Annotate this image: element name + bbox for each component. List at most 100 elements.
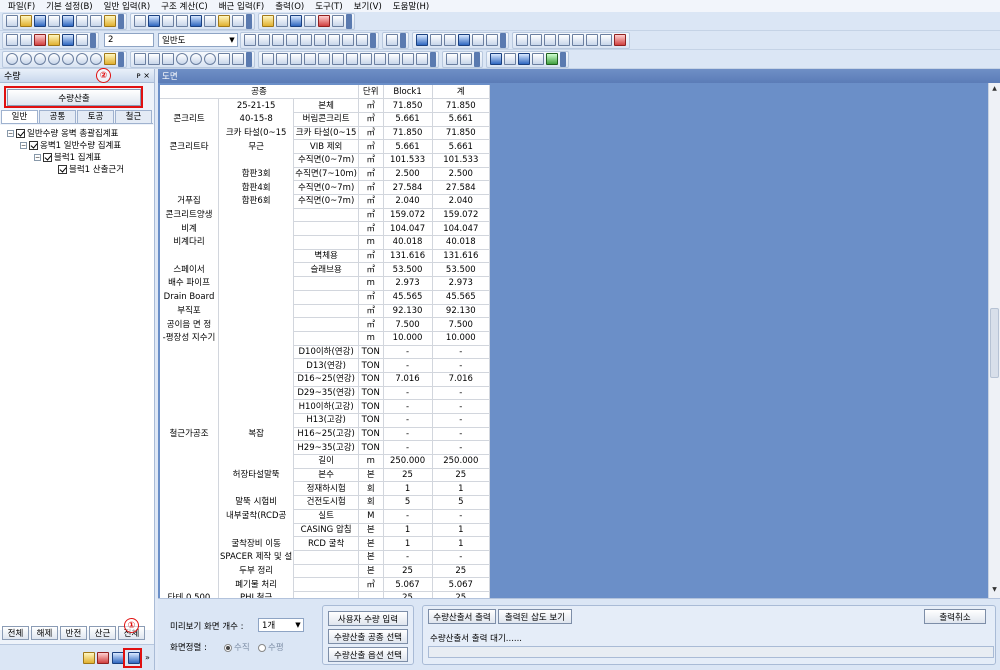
chart-icon[interactable] bbox=[318, 15, 330, 27]
menu-view[interactable]: 보기(V) bbox=[354, 0, 382, 12]
new-file-icon[interactable] bbox=[6, 15, 18, 27]
scroll-thumb[interactable] bbox=[990, 308, 999, 378]
tab-common[interactable]: 공통 bbox=[39, 110, 76, 123]
menu-basic-settings[interactable]: 기본 설정(B) bbox=[46, 0, 92, 12]
toolbar-grip-icon[interactable] bbox=[500, 32, 506, 48]
run-icon[interactable] bbox=[546, 53, 558, 65]
check-report-icon[interactable] bbox=[276, 15, 288, 27]
view-front-icon[interactable] bbox=[48, 34, 60, 46]
vertical-scrollbar[interactable]: ▲ ▼ bbox=[988, 83, 1000, 598]
list-icon[interactable] bbox=[504, 53, 516, 65]
align-icon[interactable] bbox=[430, 34, 442, 46]
next-page-icon[interactable] bbox=[342, 34, 354, 46]
rotate-icon[interactable] bbox=[218, 53, 230, 65]
toolbar-grip-icon[interactable] bbox=[246, 13, 252, 29]
collapse-icon[interactable]: − bbox=[20, 141, 27, 149]
zoom-prev-icon[interactable] bbox=[62, 53, 74, 65]
zoom-window-icon[interactable] bbox=[34, 53, 46, 65]
table-icon[interactable] bbox=[304, 15, 316, 27]
dim-a-icon[interactable] bbox=[516, 34, 528, 46]
load-icon[interactable] bbox=[218, 15, 230, 27]
monitor-icon[interactable] bbox=[518, 53, 530, 65]
grid-icon[interactable] bbox=[486, 34, 498, 46]
printer-icon[interactable] bbox=[20, 34, 32, 46]
zoom-out-icon[interactable] bbox=[20, 53, 32, 65]
dim-d-icon[interactable] bbox=[558, 34, 570, 46]
scroll-up-icon[interactable]: ▲ bbox=[990, 85, 999, 95]
book-icon[interactable] bbox=[532, 53, 544, 65]
zoom-fit-icon[interactable] bbox=[244, 34, 256, 46]
toolbar-grip-icon[interactable] bbox=[90, 32, 96, 48]
option-select-button[interactable]: 수량산출 옵션 선택 bbox=[328, 647, 408, 662]
export-icon[interactable] bbox=[290, 15, 302, 27]
zoom-extent-icon[interactable] bbox=[90, 53, 102, 65]
cut-icon[interactable] bbox=[48, 15, 60, 27]
view-inserted-drawings-button[interactable]: 출력된 삽도 보기 bbox=[498, 609, 572, 624]
block-icon[interactable] bbox=[190, 15, 202, 27]
checkbox-checked-icon[interactable] bbox=[58, 164, 67, 174]
polyline-icon[interactable] bbox=[148, 53, 160, 65]
zoom-all-icon[interactable] bbox=[48, 53, 60, 65]
snap-i-icon[interactable] bbox=[388, 53, 400, 65]
undo-icon[interactable] bbox=[446, 53, 458, 65]
preview-count-select[interactable]: 1개 ▼ bbox=[258, 618, 304, 632]
menu-tools[interactable]: 도구(T) bbox=[315, 0, 342, 12]
window-icon[interactable] bbox=[458, 34, 470, 46]
menu-general-input[interactable]: 일반 입력(R) bbox=[104, 0, 151, 12]
toolbar-grip-icon[interactable] bbox=[400, 32, 406, 48]
view-mode-select[interactable]: 일반도 ▼ bbox=[158, 33, 238, 47]
collapse-icon[interactable]: − bbox=[34, 153, 41, 161]
play-icon[interactable] bbox=[314, 34, 326, 46]
ellipse-icon[interactable] bbox=[204, 53, 216, 65]
scroll-down-icon[interactable]: ▼ bbox=[990, 586, 999, 596]
folder-icon[interactable] bbox=[83, 652, 95, 664]
open-folder-icon[interactable] bbox=[20, 15, 32, 27]
tab-earthwork[interactable]: 토공 bbox=[77, 110, 114, 123]
floor-input[interactable]: 2 bbox=[104, 33, 154, 47]
align-horizontal-radio[interactable]: 수평 bbox=[258, 641, 284, 653]
snap-f-icon[interactable] bbox=[346, 53, 358, 65]
redo-icon[interactable] bbox=[460, 53, 472, 65]
more-icon[interactable]: » bbox=[145, 653, 150, 662]
radio-selected-icon[interactable] bbox=[224, 643, 232, 652]
toolbar-grip-icon[interactable] bbox=[560, 51, 566, 67]
flag-icon[interactable] bbox=[614, 34, 626, 46]
menu-rebar-input[interactable]: 배근 입력(F) bbox=[219, 0, 265, 12]
snap-d-icon[interactable] bbox=[318, 53, 330, 65]
snap-k-icon[interactable] bbox=[416, 53, 428, 65]
quantity-calc-button[interactable]: 수량산출 bbox=[7, 89, 141, 106]
toolbar-grip-icon[interactable] bbox=[246, 51, 252, 67]
deselect-button[interactable]: 해제 bbox=[31, 626, 58, 640]
quantity-output-button[interactable]: 수량산출서 출력 bbox=[428, 609, 496, 624]
toolbar-grip-icon[interactable] bbox=[118, 13, 124, 29]
calc-basis-button[interactable]: 산근 bbox=[89, 626, 116, 640]
user-quantity-input-button[interactable]: 사용자 수량 입력 bbox=[328, 611, 408, 626]
soil-icon[interactable] bbox=[232, 15, 244, 27]
snap-e-icon[interactable] bbox=[332, 53, 344, 65]
snap-h-icon[interactable] bbox=[374, 53, 386, 65]
cross-icon[interactable] bbox=[162, 53, 174, 65]
tree-item[interactable]: − 일반수량 옹벽 총괄집계표 bbox=[7, 127, 118, 139]
text-icon[interactable] bbox=[444, 34, 456, 46]
tab-general[interactable]: 일반 bbox=[1, 110, 38, 123]
wall-icon[interactable] bbox=[176, 15, 188, 27]
snap-b-icon[interactable] bbox=[290, 53, 302, 65]
arc-icon[interactable] bbox=[190, 53, 202, 65]
align-vertical-radio[interactable]: 수직 bbox=[224, 641, 250, 653]
toolbar-grip-icon[interactable] bbox=[430, 51, 436, 67]
snap-j-icon[interactable] bbox=[402, 53, 414, 65]
tree-item[interactable]: 블럭1 산출근거 bbox=[58, 163, 124, 175]
tree-item[interactable]: − 옹벽1 일반수량 집계표 bbox=[20, 139, 121, 151]
menu-file[interactable]: 파일(F) bbox=[8, 0, 35, 12]
work-type-select-button[interactable]: 수량산출 공종 선택 bbox=[328, 629, 408, 644]
pan-hand-icon[interactable] bbox=[104, 53, 116, 65]
first-page-icon[interactable] bbox=[258, 34, 270, 46]
print-icon[interactable] bbox=[90, 15, 102, 27]
properties-icon[interactable] bbox=[490, 53, 502, 65]
circle-icon[interactable] bbox=[176, 53, 188, 65]
help-icon[interactable] bbox=[104, 15, 116, 27]
menu-help[interactable]: 도움말(H) bbox=[393, 0, 429, 12]
view-3d-icon[interactable] bbox=[34, 34, 46, 46]
plan-icon[interactable] bbox=[162, 15, 174, 27]
menu-output[interactable]: 출력(O) bbox=[275, 0, 304, 12]
